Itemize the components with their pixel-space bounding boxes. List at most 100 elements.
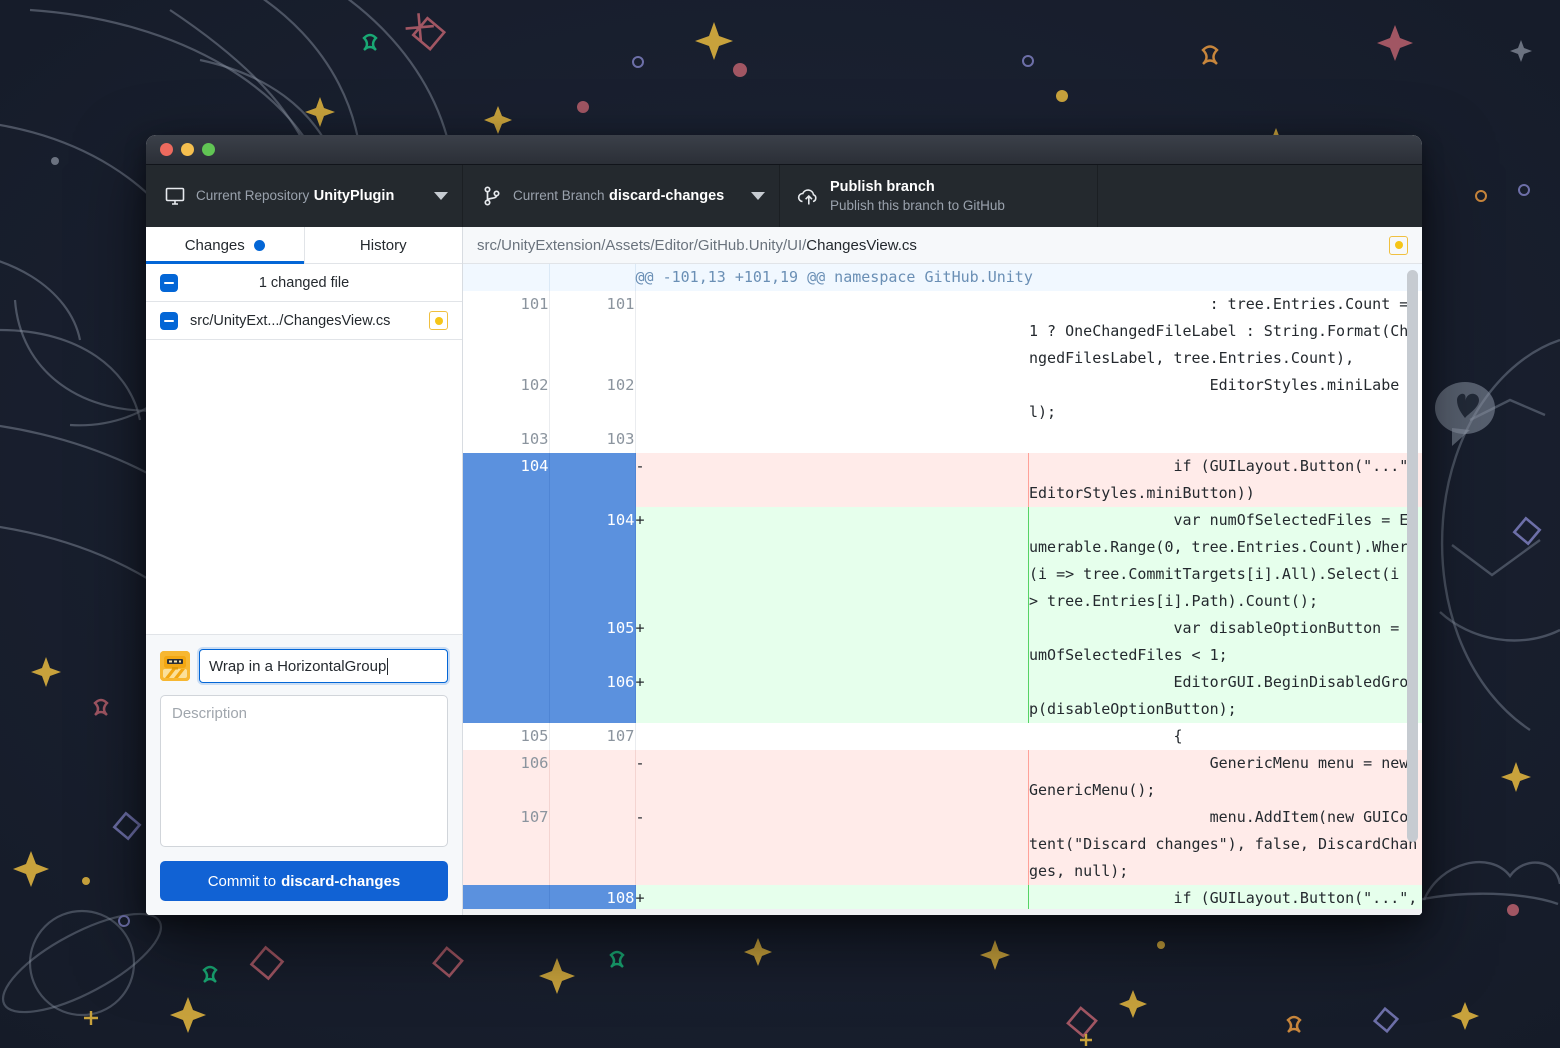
diff-row[interactable]: @@ -101,13 +101,19 @@ namespace GitHub.U… (463, 264, 1422, 291)
diff-row[interactable]: 104 - if (GUILayout.Button("...", EditorS… (463, 453, 1422, 507)
diff-old-line-number: 102 (463, 372, 549, 426)
diff-old-line-number: 107 (463, 804, 549, 885)
diff-new-line-number: 101 (549, 291, 635, 372)
diff-path-prefix: src/UnityExtension/Assets/Editor/GitHub.… (477, 237, 806, 254)
commit-description-placeholder: Description (172, 705, 247, 722)
diff-old-line-number: 106 (463, 750, 549, 804)
changed-files-count: 1 changed file (178, 275, 430, 291)
diff-file-path-bar: src/UnityExtension/Assets/Editor/GitHub.… (463, 227, 1422, 264)
diff-marker: + (635, 669, 1029, 723)
diff-old-line-number: 105 (463, 723, 549, 750)
diff-marker: - (635, 453, 1029, 507)
file-path-label: src/UnityExt.../ChangesView.cs (190, 313, 429, 329)
diff-code-line (1029, 426, 1423, 453)
publish-branch-title: Publish branch (830, 179, 935, 195)
current-repository-value: UnityPlugin (314, 188, 395, 204)
diff-row[interactable]: 104+ var numOfSelectedFiles = Enumerable… (463, 507, 1422, 615)
diff-scroll-area[interactable]: @@ -101,13 +101,19 @@ namespace GitHub.U… (463, 264, 1422, 915)
diff-old-line-number (463, 669, 549, 723)
sidebar: Changes History 1 changed file src/Unity… (146, 227, 463, 915)
zoom-window-button[interactable] (202, 143, 215, 156)
diff-row[interactable]: 105+ var disableOptionButton = numOfSele… (463, 615, 1422, 669)
diff-code-line: { (1029, 723, 1423, 750)
tab-changes[interactable]: Changes (146, 227, 305, 263)
current-repository-dropdown[interactable]: Current Repository UnityPlugin (146, 165, 463, 227)
github-desktop-window: Current Repository UnityPlugin Current B… (146, 135, 1422, 915)
diff-path-file: ChangesView.cs (806, 237, 917, 254)
diff-marker: - (635, 804, 1029, 885)
current-branch-dropdown[interactable]: Current Branch discard-changes (463, 165, 780, 227)
commit-button-prefix: Commit to (208, 873, 276, 890)
diff-marker (635, 426, 1029, 453)
diff-code-line: menu.AddItem(new GUIContent("Discard cha… (1029, 804, 1423, 885)
diff-old-line-number (463, 264, 549, 291)
diff-code-line: var disableOptionButton = numOfSelectedF… (1029, 615, 1423, 669)
diff-code-line: var numOfSelectedFiles = Enumerable.Rang… (1029, 507, 1423, 615)
file-list-empty-area (146, 340, 462, 635)
diff-code-line: EditorStyles.miniLabel); (1029, 372, 1423, 426)
app-toolbar: Current Repository UnityPlugin Current B… (146, 165, 1422, 227)
changes-indicator-dot (254, 240, 265, 251)
diff-marker: - (635, 750, 1029, 804)
diff-old-line-number: 104 (463, 453, 549, 507)
commit-summary-input[interactable]: Wrap in a HorizontalGroup (199, 649, 448, 683)
diff-row[interactable]: 101101 : tree.Entries.Count == 1 ? OneCh… (463, 291, 1422, 372)
commit-summary-value: Wrap in a HorizontalGroup (209, 658, 386, 675)
diff-row[interactable]: 106- GenericMenu menu = new GenericMenu(… (463, 750, 1422, 804)
commit-summary-row: Wrap in a HorizontalGroup (160, 649, 448, 683)
diff-pane: src/UnityExtension/Assets/Editor/GitHub.… (463, 227, 1422, 915)
close-window-button[interactable] (160, 143, 173, 156)
diff-table: @@ -101,13 +101,19 @@ namespace GitHub.U… (463, 264, 1422, 915)
diff-new-line-number: 103 (549, 426, 635, 453)
current-branch-value: discard-changes (609, 188, 724, 204)
select-all-checkbox[interactable] (160, 274, 178, 292)
current-branch-label: Current Branch (513, 188, 605, 203)
diff-old-line-number (463, 615, 549, 669)
diff-new-line-number: 104 (549, 507, 635, 615)
commit-button[interactable]: Commit to discard-changes (160, 861, 448, 901)
cloud-upload-icon (794, 185, 824, 207)
diff-marker: + (635, 507, 1029, 615)
diff-new-line-number: 106 (549, 669, 635, 723)
diff-modified-status-icon (1389, 236, 1408, 255)
branch-icon (477, 185, 507, 207)
publish-branch-button[interactable]: Publish branch Publish this branch to Gi… (780, 165, 1098, 227)
diff-new-line-number (549, 804, 635, 885)
diff-code-line: @@ -101,13 +101,19 @@ namespace GitHub.U… (635, 264, 1422, 291)
file-checkbox[interactable] (160, 312, 178, 330)
diff-vertical-scrollbar[interactable] (1407, 270, 1418, 842)
tab-history[interactable]: History (305, 227, 463, 263)
diff-marker (635, 372, 1029, 426)
commit-description-input[interactable]: Description (160, 695, 448, 847)
diff-row[interactable]: 105107 { (463, 723, 1422, 750)
text-caret (387, 658, 388, 675)
diff-marker (635, 291, 1029, 372)
toolbar-empty-region (1098, 165, 1422, 227)
diff-marker (635, 723, 1029, 750)
diff-old-line-number (463, 507, 549, 615)
diff-marker: + (635, 615, 1029, 669)
diff-new-line-number (549, 453, 635, 507)
diff-new-line-number: 102 (549, 372, 635, 426)
chevron-down-icon[interactable] (434, 192, 448, 200)
diff-code-line: if (GUILayout.Button("...", EditorStyles… (1029, 453, 1423, 507)
breadcrumb: src/UnityExtension/Assets/Editor/GitHub.… (477, 237, 1389, 254)
modified-status-icon (429, 311, 448, 330)
chevron-down-icon[interactable] (751, 192, 765, 200)
minimize-window-button[interactable] (181, 143, 194, 156)
list-item[interactable]: src/UnityExt.../ChangesView.cs (146, 302, 462, 340)
diff-row[interactable]: 102102 EditorStyles.miniLabel); (463, 372, 1422, 426)
commit-form: Wrap in a HorizontalGroup Description Co… (146, 635, 462, 915)
diff-old-line-number: 101 (463, 291, 549, 372)
diff-row[interactable]: 107 - menu.AddItem(new GUIContent("Discar… (463, 804, 1422, 885)
diff-new-line-number: 107 (549, 723, 635, 750)
diff-row[interactable]: 106+ EditorGUI.BeginDisabledGroup(disabl… (463, 669, 1422, 723)
window-titlebar (146, 135, 1422, 165)
diff-code-line: EditorGUI.BeginDisabledGroup(disableOpti… (1029, 669, 1423, 723)
commit-button-branch: discard-changes (281, 873, 400, 890)
monitor-icon (160, 185, 190, 207)
diff-horizontal-scrollbar[interactable] (463, 909, 1422, 915)
diff-row[interactable]: 103103 (463, 426, 1422, 453)
current-repository-label: Current Repository (196, 188, 309, 203)
diff-code-line: : tree.Entries.Count == 1 ? OneChangedFi… (1029, 291, 1423, 372)
